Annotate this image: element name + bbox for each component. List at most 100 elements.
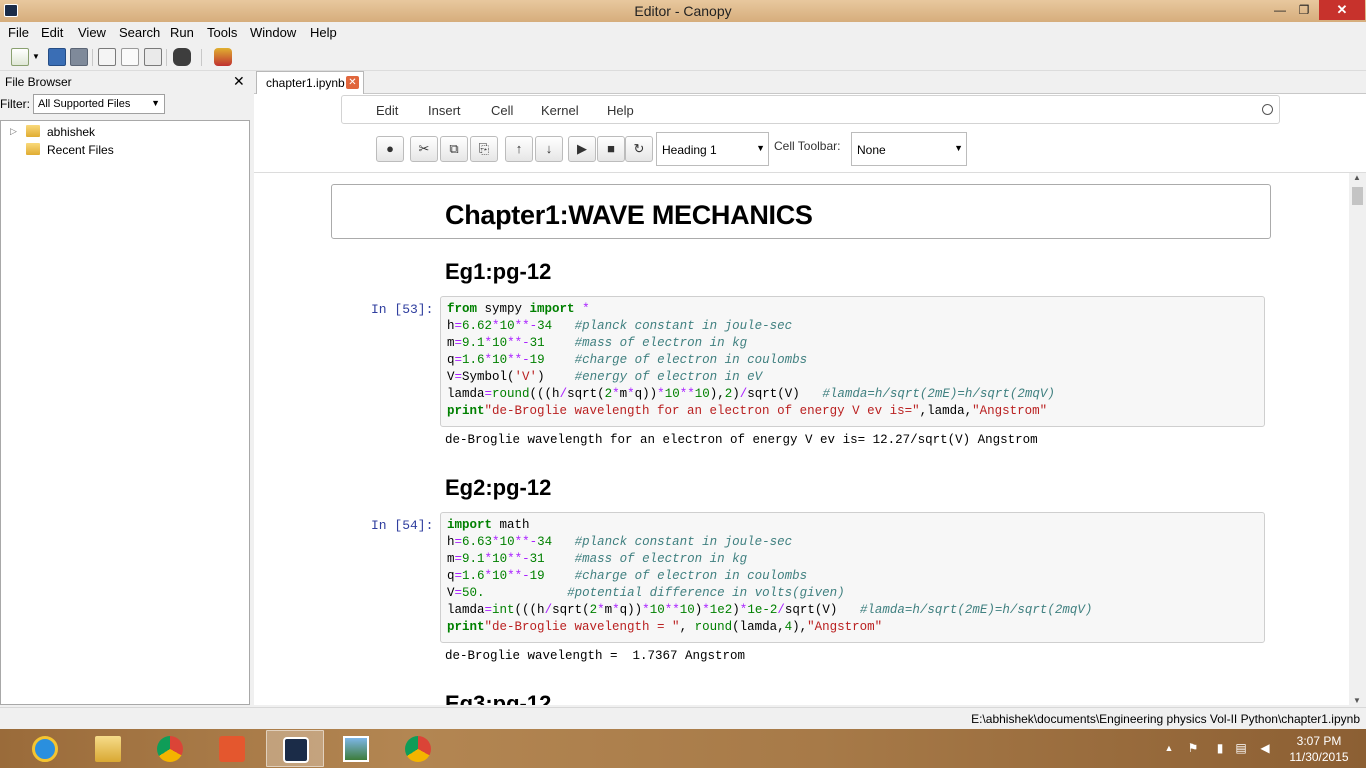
code-cell-54[interactable]: import math h=6.63*10**-34 #planck const… (440, 512, 1265, 643)
tree-item-abhishek[interactable]: ▷ abhishek (1, 123, 241, 141)
window-title: Editor - Canopy (634, 3, 732, 19)
cell-toolbar-label: Cell Toolbar: (774, 139, 841, 153)
filter-select[interactable]: All Supported Files ▼ (33, 94, 165, 114)
main-toolbar: ▼ (0, 43, 1366, 71)
taskbar-chrome[interactable] (141, 730, 199, 767)
copy-icon[interactable] (121, 48, 139, 66)
menu-search[interactable]: Search (119, 25, 160, 40)
move-down-icon[interactable]: ↓ (535, 136, 563, 162)
file-browser-title: File Browser (5, 75, 72, 89)
paste-icon[interactable] (144, 48, 162, 66)
eg3-heading-partial: Eg3:pg-12 (445, 691, 552, 705)
cell-prompt: In [54]: (371, 518, 434, 533)
menu-view[interactable]: View (78, 25, 106, 40)
cut-cell-icon[interactable]: ✂ (410, 136, 438, 162)
save-icon[interactable] (48, 48, 66, 66)
filter-label: Filter: (0, 97, 30, 111)
chevron-down-icon: ▼ (151, 98, 160, 108)
clock-time: 3:07 PM (1296, 734, 1342, 748)
minimize-button[interactable]: — (1268, 0, 1292, 20)
scroll-down-icon[interactable]: ▼ (1353, 696, 1361, 705)
nb-menu-edit[interactable]: Edit (376, 103, 398, 118)
menu-edit[interactable]: Edit (41, 25, 63, 40)
menu-window[interactable]: Window (250, 25, 296, 40)
notebook-menu-bar: Edit Insert Cell Kernel Help (341, 95, 1280, 124)
chevron-down-icon: ▼ (756, 143, 765, 153)
flag-icon[interactable]: ⚑ (1186, 741, 1200, 755)
editor-tab-strip: chapter1.ipynb ✕ (254, 71, 1366, 94)
code-cell-53[interactable]: from sympy import * h=6.62*10**-34 #plan… (440, 296, 1265, 427)
expand-arrow-icon[interactable]: ▷ (10, 126, 17, 137)
clock-date: 11/30/2015 (1289, 750, 1349, 764)
menu-tools[interactable]: Tools (207, 25, 237, 40)
photos-icon (343, 736, 369, 762)
eg1-heading: Eg1:pg-12 (445, 259, 552, 284)
save-all-icon[interactable] (70, 48, 88, 66)
menu-run[interactable]: Run (170, 25, 194, 40)
move-up-icon[interactable]: ↑ (505, 136, 533, 162)
new-file-icon[interactable] (11, 48, 29, 66)
cell-type-select[interactable]: Heading 1 ▼ (656, 132, 769, 166)
battery-icon[interactable]: ▮ (1213, 741, 1227, 755)
volume-icon[interactable]: ◀ (1258, 741, 1272, 755)
cell-type-value: Heading 1 (662, 143, 717, 157)
chrome-icon (405, 736, 431, 762)
cell-toolbar-value: None (857, 143, 886, 157)
toolbar-separator (166, 49, 167, 66)
app-icon (219, 736, 245, 762)
find-binoculars-icon[interactable] (173, 48, 191, 66)
nb-menu-help[interactable]: Help (607, 103, 634, 118)
notebook-scrollbar[interactable]: ▲ ▼ (1349, 173, 1366, 705)
file-browser-header: File Browser ✕ (0, 71, 250, 93)
chapter-heading: Chapter1:WAVE MECHANICS (445, 200, 813, 230)
cell-toolbar-select[interactable]: None ▼ (851, 132, 967, 166)
heading-cell[interactable]: Chapter1:WAVE MECHANICS (331, 184, 1271, 239)
tree-item-recent-files[interactable]: Recent Files (1, 141, 241, 159)
paste-cell-icon[interactable]: ⎘ (470, 136, 498, 162)
nb-menu-cell[interactable]: Cell (491, 103, 513, 118)
scroll-up-icon[interactable]: ▲ (1353, 173, 1361, 182)
notebook-content[interactable]: Chapter1:WAVE MECHANICS Eg1:pg-12 In [53… (254, 172, 1366, 705)
folder-icon (95, 736, 121, 762)
chrome-icon (157, 736, 183, 762)
taskbar-chrome-2[interactable] (389, 730, 447, 767)
tray-expand-icon[interactable]: ▲ (1162, 741, 1176, 755)
tree-item-label: abhishek (47, 125, 96, 139)
restart-kernel-icon[interactable]: ↻ (625, 136, 653, 162)
chevron-down-icon: ▼ (954, 143, 963, 153)
nb-menu-insert[interactable]: Insert (428, 103, 461, 118)
taskbar-file-explorer[interactable] (79, 730, 137, 767)
cut-icon[interactable] (98, 48, 116, 66)
run-cell-icon[interactable]: ▶ (568, 136, 596, 162)
filter-select-value: All Supported Files (38, 98, 131, 110)
close-window-button[interactable]: ✕ (1319, 0, 1365, 20)
taskbar-internet-explorer[interactable] (16, 730, 74, 767)
nb-menu-kernel[interactable]: Kernel (541, 103, 579, 118)
maximize-button[interactable]: ❐ (1292, 0, 1316, 20)
file-path: E:\abhishek\documents\Engineering physic… (971, 712, 1360, 726)
interrupt-kernel-icon[interactable]: ■ (597, 136, 625, 162)
cell-prompt: In [53]: (371, 302, 434, 317)
menu-file[interactable]: File (8, 25, 29, 40)
tab-chapter1[interactable]: chapter1.ipynb ✕ (256, 71, 364, 94)
debug-bug-icon[interactable] (214, 48, 232, 66)
network-icon[interactable]: ▤ (1234, 741, 1248, 755)
new-file-dropdown-icon[interactable]: ▼ (32, 52, 40, 61)
system-clock[interactable]: 3:07 PM 11/30/2015 (1284, 733, 1354, 765)
taskbar-app[interactable] (203, 730, 261, 767)
file-browser-close-icon[interactable]: ✕ (233, 73, 245, 90)
scrollbar-thumb[interactable] (1352, 187, 1363, 205)
canopy-icon (283, 737, 309, 763)
taskbar-photos[interactable] (327, 730, 385, 767)
close-tab-icon[interactable]: ✕ (346, 76, 359, 89)
copy-cell-icon[interactable]: ⧉ (440, 136, 468, 162)
menu-help[interactable]: Help (310, 25, 337, 40)
menu-bar: File Edit View Search Run Tools Window H… (0, 22, 1366, 43)
taskbar-canopy[interactable] (266, 730, 324, 767)
cell-output: de-Broglie wavelength for an electron of… (445, 433, 1038, 447)
cell-output: de-Broglie wavelength = 1.7367 Angstrom (445, 649, 746, 663)
tree-item-label: Recent Files (47, 143, 114, 157)
save-checkpoint-icon[interactable]: ● (376, 136, 404, 162)
file-tree: ▷ abhishek Recent Files (0, 120, 250, 705)
taskbar: ▲ ⚑ ▮ ▤ ◀ 3:07 PM 11/30/2015 (0, 729, 1366, 768)
